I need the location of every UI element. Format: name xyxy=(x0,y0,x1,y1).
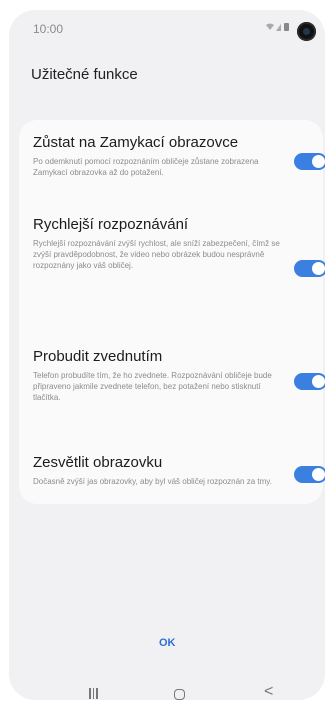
setting-description: Telefon probudíte tím, že ho zvednete. R… xyxy=(33,371,272,402)
setting-wake-on-lift[interactable]: Probudit zvednutím Telefon probudíte tím… xyxy=(33,348,283,403)
setting-brighten-screen[interactable]: Zesvětlit obrazovku Dočasně zvýší jas ob… xyxy=(33,454,283,487)
phone-screen: 10:00 Užitečné funkce Zůstat na Zamykací… xyxy=(9,10,325,700)
setting-title: Probudit zvednutím xyxy=(33,348,163,365)
setting-title: Rychlejší rozpoznávání xyxy=(33,216,189,233)
home-icon[interactable] xyxy=(174,689,185,700)
faster-recognition-toggle[interactable] xyxy=(294,260,325,277)
ok-button[interactable]: OK xyxy=(159,637,176,649)
setting-description: Po odemknutí pomocí rozpoznáním obličeje… xyxy=(33,157,259,177)
front-camera-icon xyxy=(297,22,316,41)
setting-stay-on-lock-screen[interactable]: Zůstat na Zamykací obrazovce Po odemknut… xyxy=(33,134,283,178)
setting-faster-recognition[interactable]: Rychlejší rozpoznávání Rychlejší rozpozn… xyxy=(33,216,283,271)
navigation-bar xyxy=(9,680,325,700)
brighten-screen-toggle[interactable] xyxy=(294,466,325,483)
wifi-signal-battery-icon xyxy=(265,22,291,35)
setting-description: Rychlejší rozpoznávání zvýší rychlost, a… xyxy=(33,239,280,270)
setting-title: Zůstat na Zamykací obrazovce xyxy=(33,134,239,151)
stay-on-lock-screen-toggle[interactable] xyxy=(294,153,325,170)
status-bar: 10:00 xyxy=(9,10,325,50)
settings-card: Zůstat na Zamykací obrazovce Po odemknut… xyxy=(19,120,325,504)
status-time: 10:00 xyxy=(33,22,64,36)
setting-description: Dočasně zvýší jas obrazovky, aby byl váš… xyxy=(33,477,272,486)
recents-icon[interactable] xyxy=(89,686,98,700)
setting-title: Zesvětlit obrazovku xyxy=(33,454,163,471)
back-icon[interactable]: < xyxy=(264,683,273,700)
page-title: Užitečné funkce xyxy=(31,66,138,83)
wake-on-lift-toggle[interactable] xyxy=(294,373,325,390)
